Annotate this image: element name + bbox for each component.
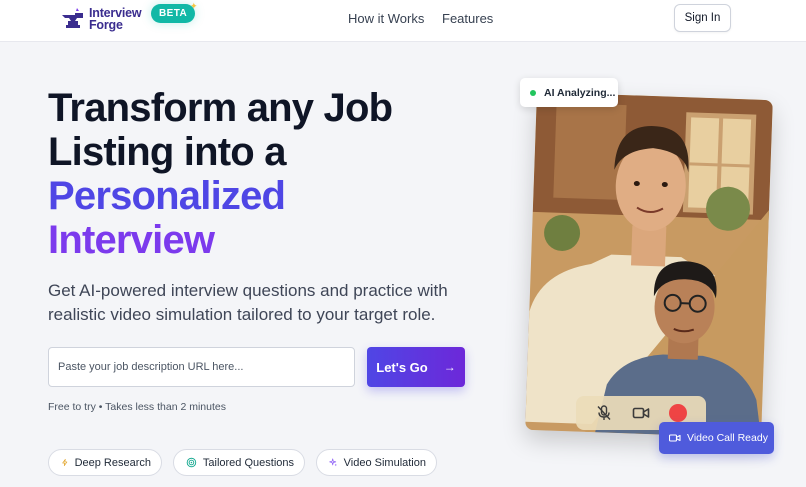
beta-badge: BETA xyxy=(151,4,196,23)
nav-link-features[interactable]: Features xyxy=(442,11,493,26)
video-icon xyxy=(669,434,681,442)
logo[interactable]: Interview Forge xyxy=(60,4,142,34)
feature-pill-video-simulation: Video Simulation xyxy=(316,449,437,476)
sign-in-button[interactable]: Sign In xyxy=(674,4,731,32)
sparkle-icon xyxy=(329,458,338,467)
logo-text: Interview Forge xyxy=(89,7,142,32)
headline-line-2: Listing into a xyxy=(48,130,286,174)
lightning-icon xyxy=(62,458,68,467)
video-call-ready-badge: Video Call Ready xyxy=(659,422,774,454)
lets-go-label: Let's Go xyxy=(376,359,428,375)
site-header: Interview Forge BETA ✦ How it Works Feat… xyxy=(0,0,806,42)
microphone-off-icon[interactable] xyxy=(595,404,613,422)
video-call-ready-label: Video Call Ready xyxy=(687,432,768,444)
headline-line-3: Personalized xyxy=(48,174,286,218)
headline-line-4: Interview xyxy=(48,218,215,262)
headline-line-1: Transform any Job xyxy=(48,86,393,130)
video-camera-icon[interactable] xyxy=(632,404,650,422)
lets-go-button[interactable]: Let's Go → xyxy=(367,347,465,387)
hero-subtitle: Get AI-powered interview questions and p… xyxy=(48,281,448,324)
feature-pill-tailored-questions: Tailored Questions xyxy=(173,449,305,476)
nav-link-how-it-works[interactable]: How it Works xyxy=(348,11,424,26)
feature-pill-deep-research: Deep Research xyxy=(48,449,162,476)
hero-headline: Transform any Job Listing into a Persona… xyxy=(48,86,393,262)
video-call-illustration xyxy=(525,91,773,439)
feature-label: Deep Research xyxy=(74,456,151,469)
logo-text-line2: Forge xyxy=(89,18,123,32)
ai-analyzing-badge: AI Analyzing... xyxy=(520,78,618,107)
anvil-logo-icon xyxy=(62,8,83,28)
feature-label: Video Simulation xyxy=(343,456,426,469)
target-icon xyxy=(186,457,197,468)
arrow-right-icon: → xyxy=(443,360,456,374)
end-call-icon[interactable] xyxy=(668,404,687,422)
sparkle-icon: ✦ xyxy=(190,1,198,11)
ai-analyzing-label: AI Analyzing... xyxy=(544,86,616,99)
feature-label: Tailored Questions xyxy=(202,456,294,469)
job-url-input[interactable] xyxy=(48,347,355,387)
interview-illustration xyxy=(525,91,773,439)
free-note: Free to try • Takes less than 2 minutes xyxy=(48,401,226,413)
status-dot-icon xyxy=(530,89,536,96)
